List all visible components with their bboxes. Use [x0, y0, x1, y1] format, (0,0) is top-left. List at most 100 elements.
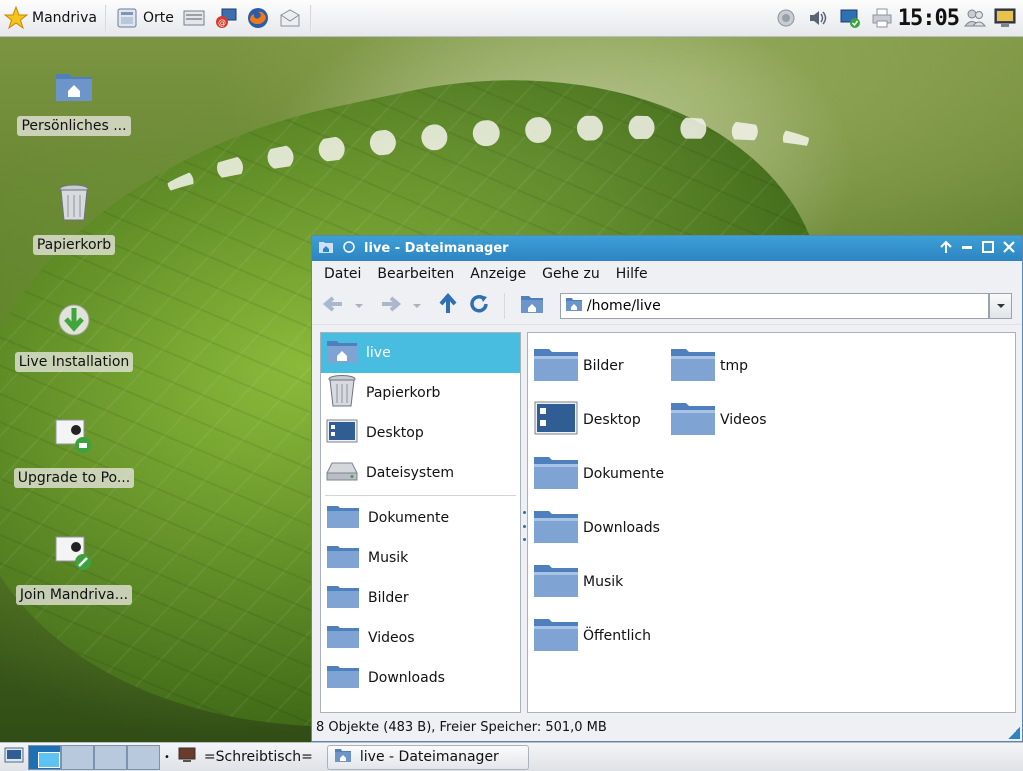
- bottom-panel: • =Schreibtisch= live - Dateimanager: [0, 742, 1023, 771]
- clock[interactable]: 15:05: [898, 6, 960, 31]
- desktop-icon-trash[interactable]: Papierkorb: [17, 183, 131, 255]
- location-dropdown-button[interactable]: [989, 292, 1012, 319]
- sidebar-item-label: Bilder: [368, 590, 409, 606]
- desktop-icon-upgrade[interactable]: Upgrade to Po...: [13, 418, 135, 488]
- panel-separator: [309, 5, 312, 31]
- launcher-mail[interactable]: [274, 0, 306, 36]
- status-text: 8 Objekte (483 B), Freier Speicher: 501,…: [316, 719, 607, 735]
- close-button[interactable]: [1002, 240, 1016, 258]
- file-item-downloads[interactable]: Downloads: [533, 508, 660, 548]
- control-center-icon: [182, 6, 206, 30]
- desktop-name-label[interactable]: =Schreibtisch=: [204, 749, 313, 765]
- sidebar-item-videos[interactable]: Videos: [321, 618, 520, 658]
- taskbar-button-file-manager[interactable]: live - Dateimanager: [326, 744, 529, 770]
- reload-button[interactable]: [468, 293, 490, 319]
- sidebar-item-downloads[interactable]: Downloads: [321, 658, 520, 698]
- pager-desktop-1[interactable]: [28, 744, 61, 770]
- back-button[interactable]: [322, 294, 344, 318]
- printer-icon[interactable]: [870, 6, 894, 30]
- pager-arrow-icon[interactable]: •: [164, 752, 170, 763]
- desktop-icon-label: Persönliches ...: [17, 116, 131, 136]
- window-titlebar[interactable]: live - Dateimanager: [312, 236, 1022, 261]
- users-icon[interactable]: [963, 6, 987, 30]
- sidebar-item-bilder[interactable]: Bilder: [321, 578, 520, 618]
- volume-icon[interactable]: [806, 6, 830, 30]
- folder-icon: [533, 508, 579, 548]
- launcher-firefox[interactable]: [242, 0, 274, 36]
- status-bar: 8 Objekte (483 B), Freier Speicher: 501,…: [312, 713, 1022, 741]
- desktop-icon-join[interactable]: Join Mandriva...: [15, 535, 133, 605]
- minimize-button[interactable]: [960, 240, 974, 258]
- menu-anzeige[interactable]: Anzeige: [462, 266, 534, 282]
- menu-gehe-zu[interactable]: Gehe zu: [534, 266, 608, 282]
- maximize-button[interactable]: [981, 240, 995, 258]
- sidebar-item-dokumente[interactable]: Dokumente: [321, 498, 520, 538]
- back-history-dropdown[interactable]: [354, 298, 364, 314]
- join-icon: [54, 535, 94, 577]
- sidebar-item-live[interactable]: live: [321, 333, 520, 373]
- up-button[interactable]: [438, 292, 458, 319]
- session-icon[interactable]: [993, 6, 1017, 30]
- home-button[interactable]: [520, 293, 544, 319]
- trash-icon: [57, 183, 91, 227]
- menu-datei[interactable]: Datei: [316, 266, 369, 282]
- window-app-icon[interactable]: [318, 240, 334, 258]
- pager-desktop-2[interactable]: [61, 744, 94, 770]
- sticky-icon[interactable]: [342, 240, 356, 258]
- file-item-label: Dokumente: [583, 466, 665, 482]
- panel-separator: [104, 5, 107, 31]
- mandriva-menu-button[interactable]: Mandriva: [0, 0, 101, 36]
- location-input[interactable]: [586, 297, 989, 314]
- mail-icon: [278, 6, 302, 30]
- desktop-icon-live-install[interactable]: Live Installation: [14, 300, 134, 372]
- sidebar-item-desktop[interactable]: Desktop: [321, 413, 520, 453]
- desktop-pager: [28, 744, 160, 770]
- folder-icon: [533, 562, 579, 602]
- location-bar[interactable]: [559, 292, 990, 319]
- desktop-icon-label: Join Mandriva...: [15, 585, 133, 605]
- star-icon: [4, 6, 28, 30]
- pager-desktop-4[interactable]: [127, 744, 160, 770]
- places-sidebar: live Papierkorb Desktop Dateisystem Doku…: [320, 332, 521, 713]
- file-item-dokumente[interactable]: Dokumente: [533, 454, 664, 494]
- file-item-label: Musik: [583, 574, 624, 590]
- toolbar: [312, 287, 1022, 325]
- sidebar-item-musik[interactable]: Musik: [321, 538, 520, 578]
- forward-button[interactable]: [380, 294, 402, 318]
- network-status-icon[interactable]: [838, 6, 862, 30]
- webcam-icon[interactable]: [774, 6, 798, 30]
- launcher-network[interactable]: @: [210, 0, 242, 36]
- forward-history-dropdown[interactable]: [412, 298, 422, 314]
- places-menu-button[interactable]: Orte: [111, 0, 178, 36]
- file-item-tmp[interactable]: tmp: [670, 346, 748, 386]
- system-tray: 15:05: [774, 0, 1023, 36]
- file-item-label: Videos: [720, 412, 767, 428]
- file-item-bilder[interactable]: Bilder: [533, 346, 624, 386]
- pager-desktop-3[interactable]: [94, 744, 127, 770]
- window-resize-grip[interactable]: [1008, 727, 1020, 739]
- sidebar-item-label: Desktop: [366, 425, 424, 441]
- file-item-label: Öffentlich: [583, 628, 651, 644]
- show-desktop-button[interactable]: [4, 747, 24, 767]
- location-folder-icon: [565, 296, 583, 316]
- desktop-icon: [533, 400, 579, 440]
- launcher-control-center[interactable]: [178, 0, 210, 36]
- desktop-name-icon: [178, 747, 196, 767]
- file-item-musik[interactable]: Musik: [533, 562, 623, 602]
- sidebar-item-label: live: [366, 345, 391, 361]
- file-item-label: Desktop: [583, 412, 641, 428]
- folder-icon: [670, 400, 716, 440]
- file-item-videos[interactable]: Videos: [670, 400, 767, 440]
- sidebar-item-papierkorb[interactable]: Papierkorb: [321, 373, 520, 413]
- file-item-oeffentlich[interactable]: Öffentlich: [533, 616, 651, 656]
- file-item-label: Downloads: [583, 520, 660, 536]
- window-title: live - Dateimanager: [364, 241, 509, 256]
- file-item-desktop[interactable]: Desktop: [533, 400, 641, 440]
- upgrade-icon: [54, 418, 94, 460]
- desktop-icon-home[interactable]: Persönliches ...: [17, 68, 131, 136]
- keep-above-button[interactable]: [939, 240, 953, 258]
- menu-hilfe[interactable]: Hilfe: [608, 266, 656, 282]
- sidebar-item-dateisystem[interactable]: Dateisystem: [321, 453, 520, 493]
- sidebar-item-label: Downloads: [368, 670, 445, 686]
- menu-bearbeiten[interactable]: Bearbeiten: [369, 266, 462, 282]
